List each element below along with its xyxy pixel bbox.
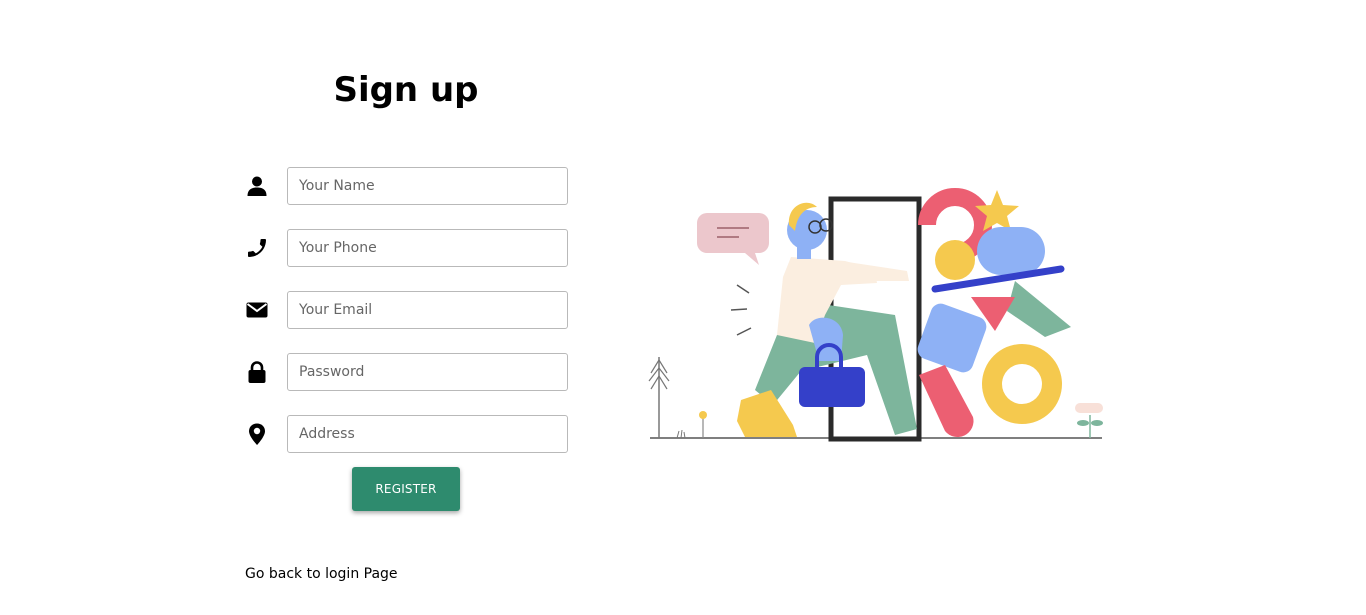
page-title: Sign up: [333, 70, 479, 110]
password-input[interactable]: [287, 353, 568, 391]
address-input[interactable]: [287, 415, 568, 453]
map-marker-icon: [245, 422, 269, 446]
address-field-row: [245, 415, 568, 453]
name-field-row: [245, 167, 568, 205]
phone-input[interactable]: [287, 229, 568, 267]
back-to-login-link[interactable]: Go back to login Page: [245, 566, 398, 582]
email-field-row: [245, 291, 568, 329]
user-icon: [245, 174, 269, 198]
envelope-icon: [245, 298, 269, 322]
person-entering-door-illustration: [645, 185, 1107, 445]
name-input[interactable]: [287, 167, 568, 205]
email-input[interactable]: [287, 291, 568, 329]
phone-field-row: [245, 229, 568, 267]
lock-icon: [245, 360, 269, 384]
signup-page: Sign up REGISTER Go back to login: [0, 0, 1366, 615]
register-button[interactable]: REGISTER: [352, 467, 460, 511]
password-field-row: [245, 353, 568, 391]
phone-icon: [245, 236, 269, 260]
